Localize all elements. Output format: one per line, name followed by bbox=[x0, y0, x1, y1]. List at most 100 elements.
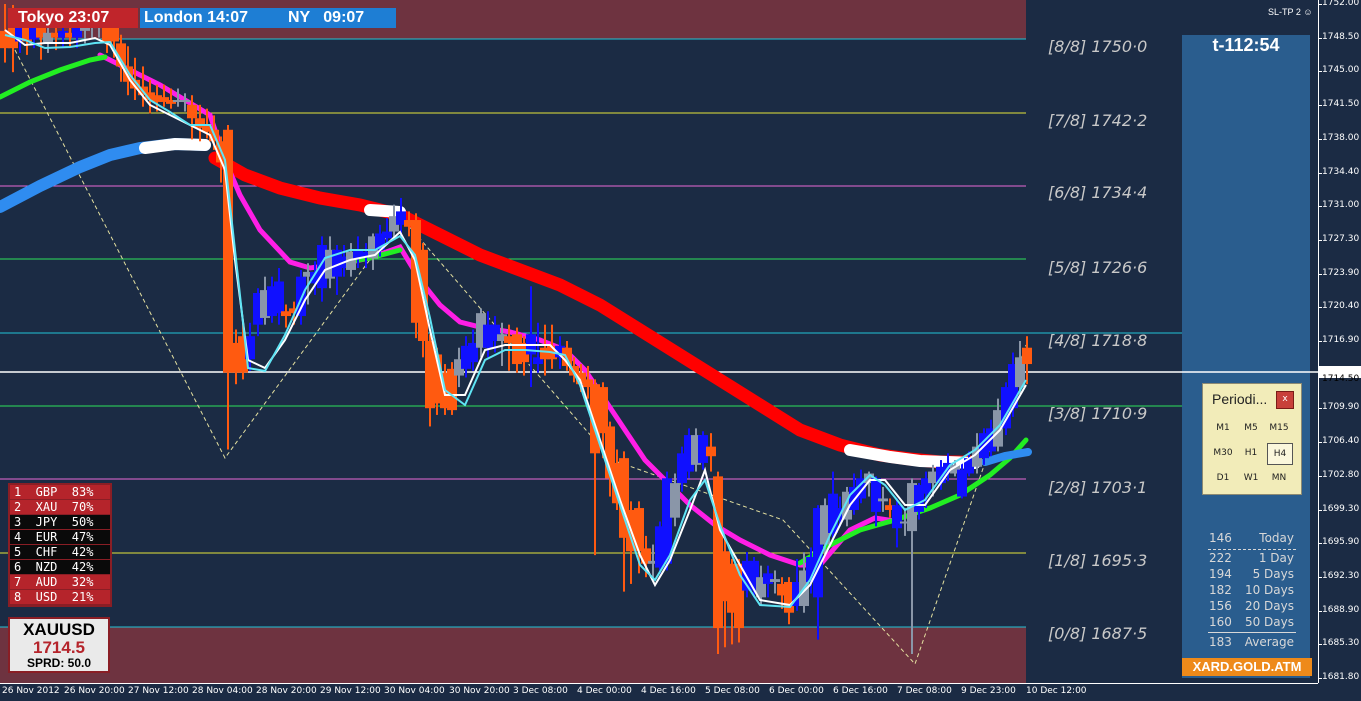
candle-body bbox=[706, 446, 716, 457]
time-axis-line bbox=[0, 683, 1318, 684]
periodicity-panel[interactable]: Periodi... x M1 M5 M15 M30 H1 H4 D1 W1 MN bbox=[1202, 383, 1302, 495]
current-price-tag: 1714.50 bbox=[1318, 366, 1361, 384]
range-stat-value: 194 bbox=[1209, 567, 1232, 581]
symbol-name: XAUUSD bbox=[23, 620, 95, 639]
time-tick-label: 3 Dec 08:00 bbox=[513, 686, 568, 696]
range-stat-label: 20 Days bbox=[1244, 599, 1294, 613]
ny-session: NY 09:07 bbox=[288, 9, 365, 26]
spread-value: SPRD: 50.0 bbox=[26, 656, 92, 670]
symbol-price: 1714.5 bbox=[33, 638, 85, 657]
range-stat-label: 50 Days bbox=[1244, 615, 1294, 629]
periodicity-close-button[interactable]: x bbox=[1276, 391, 1294, 409]
symbol-box: XAUUSD 1714.5 SPRD: 50.0 bbox=[8, 617, 110, 673]
candle-body bbox=[223, 129, 233, 373]
time-tick-label: 4 Dec 00:00 bbox=[577, 686, 632, 696]
timeframe-button-m1[interactable]: M1 bbox=[1211, 418, 1235, 438]
murrey-label-1-8: [1/8] 1695·3 bbox=[1048, 551, 1148, 570]
range-stat-value: 182 bbox=[1209, 583, 1232, 597]
price-tick-label: 1748.50 bbox=[1322, 31, 1360, 42]
timeframe-button-mn[interactable]: MN bbox=[1267, 468, 1291, 488]
time-tick-label: 4 Dec 16:00 bbox=[641, 686, 696, 696]
sltp-label: SL-TP 2 ☺ bbox=[1268, 7, 1313, 17]
time-tick-label: 30 Nov 04:00 bbox=[384, 686, 445, 696]
currency-strength-row: 5 CHF 42% bbox=[10, 545, 110, 559]
currency-strength-row: 4 EUR 47% bbox=[10, 530, 110, 544]
discount-zone bbox=[0, 627, 1026, 683]
candle-body bbox=[382, 231, 392, 239]
price-tick-label: 1685.30 bbox=[1322, 638, 1360, 649]
candle-body bbox=[763, 573, 773, 584]
currency-strength-row: 7 AUD 32% bbox=[10, 575, 110, 589]
timeframe-button-d1[interactable]: D1 bbox=[1211, 468, 1235, 488]
price-tick-label: 1702.80 bbox=[1322, 469, 1360, 480]
candle-body bbox=[670, 483, 680, 518]
range-stat-value: 183 bbox=[1209, 635, 1232, 649]
murrey-label-7-8: [7/8] 1742·2 bbox=[1048, 111, 1148, 130]
london-ny-session: London 14:07 NY 09:07 bbox=[140, 8, 396, 28]
time-tick-label: 6 Dec 00:00 bbox=[769, 686, 824, 696]
price-tick-label: 1734.40 bbox=[1322, 166, 1360, 177]
price-tick-label: 1727.30 bbox=[1322, 233, 1360, 244]
time-tick-label: 27 Nov 12:00 bbox=[128, 686, 189, 696]
time-tick-label: 26 Nov 2012 bbox=[2, 686, 60, 696]
range-stat-label: 10 Days bbox=[1244, 583, 1294, 597]
range-stat-label: Today bbox=[1259, 531, 1294, 545]
price-tick-label: 1738.00 bbox=[1322, 132, 1360, 143]
stats-divider-2 bbox=[1208, 632, 1296, 633]
time-tick-label: 5 Dec 08:00 bbox=[705, 686, 760, 696]
currency-strength-row: 2 XAU 70% bbox=[10, 500, 110, 514]
price-tick-label: 1731.00 bbox=[1322, 200, 1360, 211]
price-tick-label: 1706.40 bbox=[1322, 436, 1360, 447]
range-stat-value: 156 bbox=[1209, 599, 1232, 613]
price-tick-label: 1692.30 bbox=[1322, 570, 1360, 581]
price-tick-label: 1688.90 bbox=[1322, 604, 1360, 615]
murrey-label-2-8: [2/8] 1703·1 bbox=[1048, 478, 1148, 497]
candle-body bbox=[274, 281, 284, 314]
price-tick-label: 1699.30 bbox=[1322, 503, 1360, 514]
currency-strength-row: 8 USD 21% bbox=[10, 590, 110, 604]
periodicity-title: Periodi... bbox=[1212, 391, 1268, 407]
price-tick-label: 1723.90 bbox=[1322, 267, 1360, 278]
price-tick-label: 1681.80 bbox=[1322, 672, 1360, 682]
price-tick-label: 1720.40 bbox=[1322, 301, 1360, 312]
candle-body bbox=[187, 104, 197, 119]
candle-body bbox=[892, 505, 902, 529]
murrey-label-6-8: [6/8] 1734·4 bbox=[1048, 183, 1148, 202]
murrey-label-5-8: [5/8] 1726·6 bbox=[1048, 258, 1148, 277]
ema-blue-white-segment bbox=[139, 137, 211, 154]
murrey-label-0-8: [0/8] 1687·5 bbox=[1048, 624, 1148, 643]
timeframe-button-m30[interactable]: M30 bbox=[1211, 443, 1235, 463]
price-tick-label: 1752.00 bbox=[1322, 0, 1360, 8]
candle-body bbox=[871, 478, 881, 512]
candle-body bbox=[180, 100, 190, 103]
timeframe-button-h1[interactable]: H1 bbox=[1239, 443, 1263, 463]
candle-body bbox=[957, 469, 967, 497]
price-tick-label: 1695.90 bbox=[1322, 537, 1360, 548]
smiley-icon: ☺ bbox=[1303, 7, 1313, 17]
time-tick-label: 28 Nov 20:00 bbox=[256, 686, 317, 696]
timeframe-button-m15[interactable]: M15 bbox=[1267, 418, 1291, 438]
candle-body bbox=[770, 579, 780, 582]
price-tick-label: 1709.90 bbox=[1322, 402, 1360, 413]
currency-strength-row: 3 JPY 50% bbox=[10, 515, 110, 529]
time-tick-label: 9 Dec 23:00 bbox=[961, 686, 1016, 696]
price-tick-label: 1745.00 bbox=[1322, 65, 1360, 76]
timeframe-button-m5[interactable]: M5 bbox=[1239, 418, 1263, 438]
candle-countdown: t-112:54 bbox=[1212, 35, 1280, 55]
range-stat-value: 222 bbox=[1209, 551, 1232, 565]
currency-strength-row: 1 GBP 83% bbox=[10, 485, 110, 499]
candle-body bbox=[878, 498, 888, 502]
range-stat-value: 160 bbox=[1209, 615, 1232, 629]
range-stat-label: 5 Days bbox=[1252, 567, 1294, 581]
timeframe-button-w1[interactable]: W1 bbox=[1239, 468, 1263, 488]
murrey-label-4-8: [4/8] 1718·8 bbox=[1048, 331, 1148, 350]
candle-body bbox=[598, 387, 608, 434]
currency-strength-row: 6 NZD 42% bbox=[10, 560, 110, 574]
price-chart[interactable] bbox=[0, 0, 1361, 701]
timeframe-button-h4[interactable]: H4 bbox=[1267, 443, 1293, 465]
price-tick-label: 1741.50 bbox=[1322, 99, 1360, 110]
tokyo-session: Tokyo 23:07 bbox=[8, 8, 138, 28]
time-tick-label: 26 Nov 20:00 bbox=[64, 686, 125, 696]
stats-divider-1 bbox=[1208, 549, 1296, 550]
time-tick-label: 29 Nov 12:00 bbox=[320, 686, 381, 696]
